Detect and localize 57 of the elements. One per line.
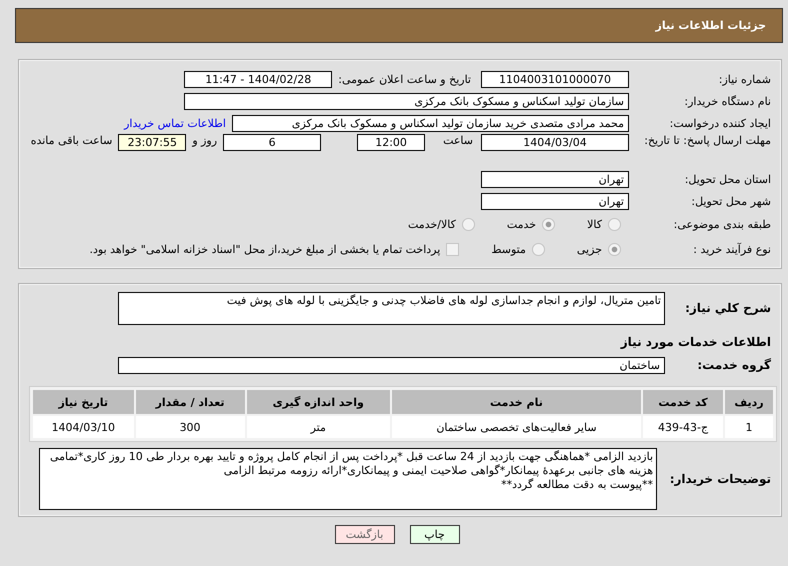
option-label: جزیی [576, 243, 602, 256]
contact-link[interactable]: اطلاعات تماس خریدار [124, 116, 226, 130]
notes-box[interactable]: بازدید الزامی *هماهنگی جهت بازدید از 24 ساعت قبل *پرداخت پس از انجام کامل پروژه و تایید بهره بردار طی 10 روز کاری*تمامی هزینه های جانبی برعهدهٔ پیمانکار*گواهی صلاحیت ایمنی و پیمانکاری*ارائه رزومه مرتبط الزامی **پیوست به دقت مطالعه گردد** [39, 448, 657, 510]
text-field[interactable]: 12:00 [357, 134, 426, 151]
field-label: گروه خدمت: [696, 359, 772, 372]
field-label: ساعت باقی مانده [30, 134, 112, 147]
radio-button[interactable] [608, 243, 621, 256]
option-label: کالا/خدمت [408, 218, 456, 231]
table-cell: سایر فعالیت‌های تخصصی ساختمان [392, 416, 642, 438]
text-field[interactable]: 23:07:55 [118, 134, 186, 151]
field-label: روز و [192, 134, 218, 147]
text-field[interactable]: ساختمان [118, 357, 665, 374]
field-label: توضیحات خریدار: [668, 472, 772, 486]
table-cell: 1 [725, 416, 773, 438]
table-cell: 300 [136, 416, 245, 438]
text-field[interactable]: 1104003101000070 [481, 70, 629, 88]
checkbox-label: پرداخت تمام یا بخشی از مبلغ خرید،از محل "اسناد خزانه اسلامی" خواهد بود. [90, 243, 440, 256]
back-button[interactable]: بازگشت [334, 525, 394, 544]
radio-button[interactable] [608, 218, 621, 231]
option-label: خدمت [506, 218, 536, 231]
text-field[interactable]: سازمان تولید اسکناس و مسکوک بانک مرکزی [184, 92, 629, 110]
radio-button[interactable] [462, 218, 475, 231]
column-header: ردیف [725, 390, 773, 414]
text-field[interactable]: 6 [223, 134, 322, 151]
field-label: مهلت ارسال پاسخ: تا تاریخ: [643, 134, 772, 147]
field-label: ایجاد کننده درخواست: [668, 116, 772, 130]
print-button[interactable]: چاپ [410, 525, 460, 544]
page-title: جزئیات اطلاعات نیاز [656, 19, 766, 32]
text-field[interactable]: تهران [481, 192, 629, 210]
column-header: تاریخ نیاز [33, 390, 134, 414]
column-header: نام خدمت [392, 390, 642, 414]
checkbox[interactable] [446, 243, 460, 256]
radio-button[interactable] [542, 218, 556, 231]
field-label: تاریخ و ساعت اعلان عمومی: [338, 72, 471, 86]
field-label: ساعت [443, 134, 473, 147]
text-field[interactable]: تهران [481, 170, 629, 188]
text-field[interactable]: محمد مرادی متصدی خرید سازمان تولید اسکناس و مسکوک بانک مرکزی [232, 114, 629, 132]
field-label: استان محل تحویل: [684, 172, 772, 186]
field-label: نام دستگاه خریدار: [683, 94, 772, 108]
text-field[interactable]: 1404/02/28 - 11:47 [184, 70, 332, 88]
field-label: نوع فرآیند خرید : [692, 243, 772, 256]
column-header: واحد اندازه گیری [246, 390, 390, 414]
field-label: طبقه بندی موضوعی: [672, 218, 772, 231]
option-label: متوسط [491, 243, 526, 256]
table-cell: 1404/03/10 [33, 416, 134, 438]
table-cell: ج-43-439 [643, 416, 724, 438]
field-label: شهر محل تحویل: [690, 194, 772, 208]
option-label: کالا [587, 218, 602, 231]
field-label: شماره نیاز: [718, 72, 772, 86]
text-field[interactable]: 1404/03/04 [481, 134, 629, 151]
section-heading: اطلاعات خدمات مورد نياز [619, 334, 772, 351]
column-header: تعداد / مقدار [136, 390, 245, 414]
column-header: کد خدمت [643, 390, 724, 414]
radio-button[interactable] [532, 243, 545, 256]
table-cell: متر [246, 416, 390, 438]
description-box[interactable]: تامین متریال، لوازم و انجام جداسازی لوله های فاضلاب چدنی و جایگزینی با لوله های پوش فیت [118, 292, 665, 325]
field-label: شرح کلي نياز: [684, 302, 772, 315]
